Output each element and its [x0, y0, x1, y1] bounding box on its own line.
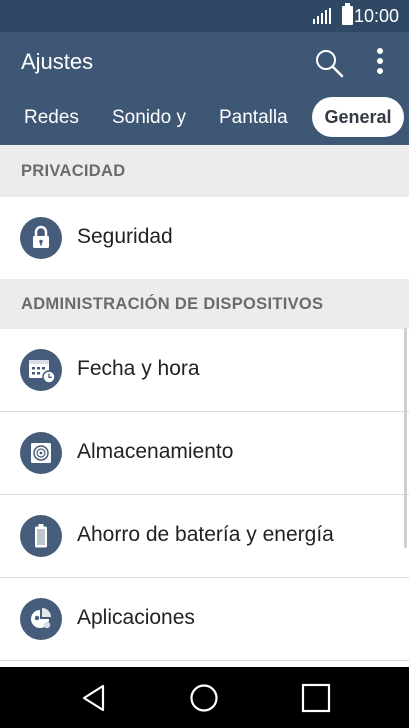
list-item-storage[interactable]: Almacenamiento	[0, 412, 409, 495]
section-header-privacy: PRIVACIDAD	[0, 145, 409, 197]
list-item-battery[interactable]: Ahorro de batería y energía	[0, 495, 409, 578]
back-icon[interactable]	[77, 681, 111, 715]
recents-icon[interactable]	[299, 681, 333, 715]
list-item-label: Fecha y hora	[77, 357, 200, 380]
list-item-date-time[interactable]: Fecha y hora	[0, 329, 409, 412]
section-header-label: ADMINISTRACIÓN DE DISPOSITIVOS	[21, 295, 324, 313]
apps-icon	[20, 598, 62, 640]
list-item-label: Almacenamiento	[77, 440, 234, 463]
battery-icon	[20, 515, 62, 557]
search-icon[interactable]	[314, 48, 344, 78]
list-item-label: Seguridad	[77, 225, 173, 248]
section-header-device-admin: ADMINISTRACIÓN DE DISPOSITIVOS	[0, 279, 409, 329]
tab-pantalla[interactable]: Pantalla	[219, 90, 288, 145]
home-icon[interactable]	[187, 681, 221, 715]
page-title: Ajustes	[21, 49, 94, 74]
signal-icon	[313, 8, 331, 24]
list-item-label: Aplicaciones	[77, 606, 195, 629]
status-time: 10:00	[353, 6, 399, 26]
settings-list[interactable]: PRIVACIDAD Seguridad ADMINISTRACIÓN DE D…	[0, 145, 409, 667]
list-item-label: Ahorro de batería y energía	[77, 523, 334, 546]
storage-icon	[20, 432, 62, 474]
navigation-bar	[0, 667, 409, 728]
app-bar: Ajustes	[0, 32, 409, 90]
battery-status-icon	[342, 3, 353, 25]
list-item-security[interactable]: Seguridad	[0, 197, 409, 279]
status-bar: 10:00	[0, 0, 409, 32]
scrollbar[interactable]	[404, 328, 407, 548]
more-vert-icon[interactable]	[370, 46, 390, 76]
tab-redes[interactable]: Redes	[24, 90, 79, 145]
tab-sonido[interactable]: Sonido y	[112, 90, 190, 145]
list-item-apps[interactable]: Aplicaciones	[0, 578, 409, 661]
calendar-clock-icon	[20, 349, 62, 391]
section-header-label: PRIVACIDAD	[21, 162, 126, 180]
tabs-bar: Redes Sonido y Pantalla General	[0, 90, 409, 145]
lock-icon	[20, 217, 62, 259]
tab-general[interactable]: General	[312, 97, 404, 137]
